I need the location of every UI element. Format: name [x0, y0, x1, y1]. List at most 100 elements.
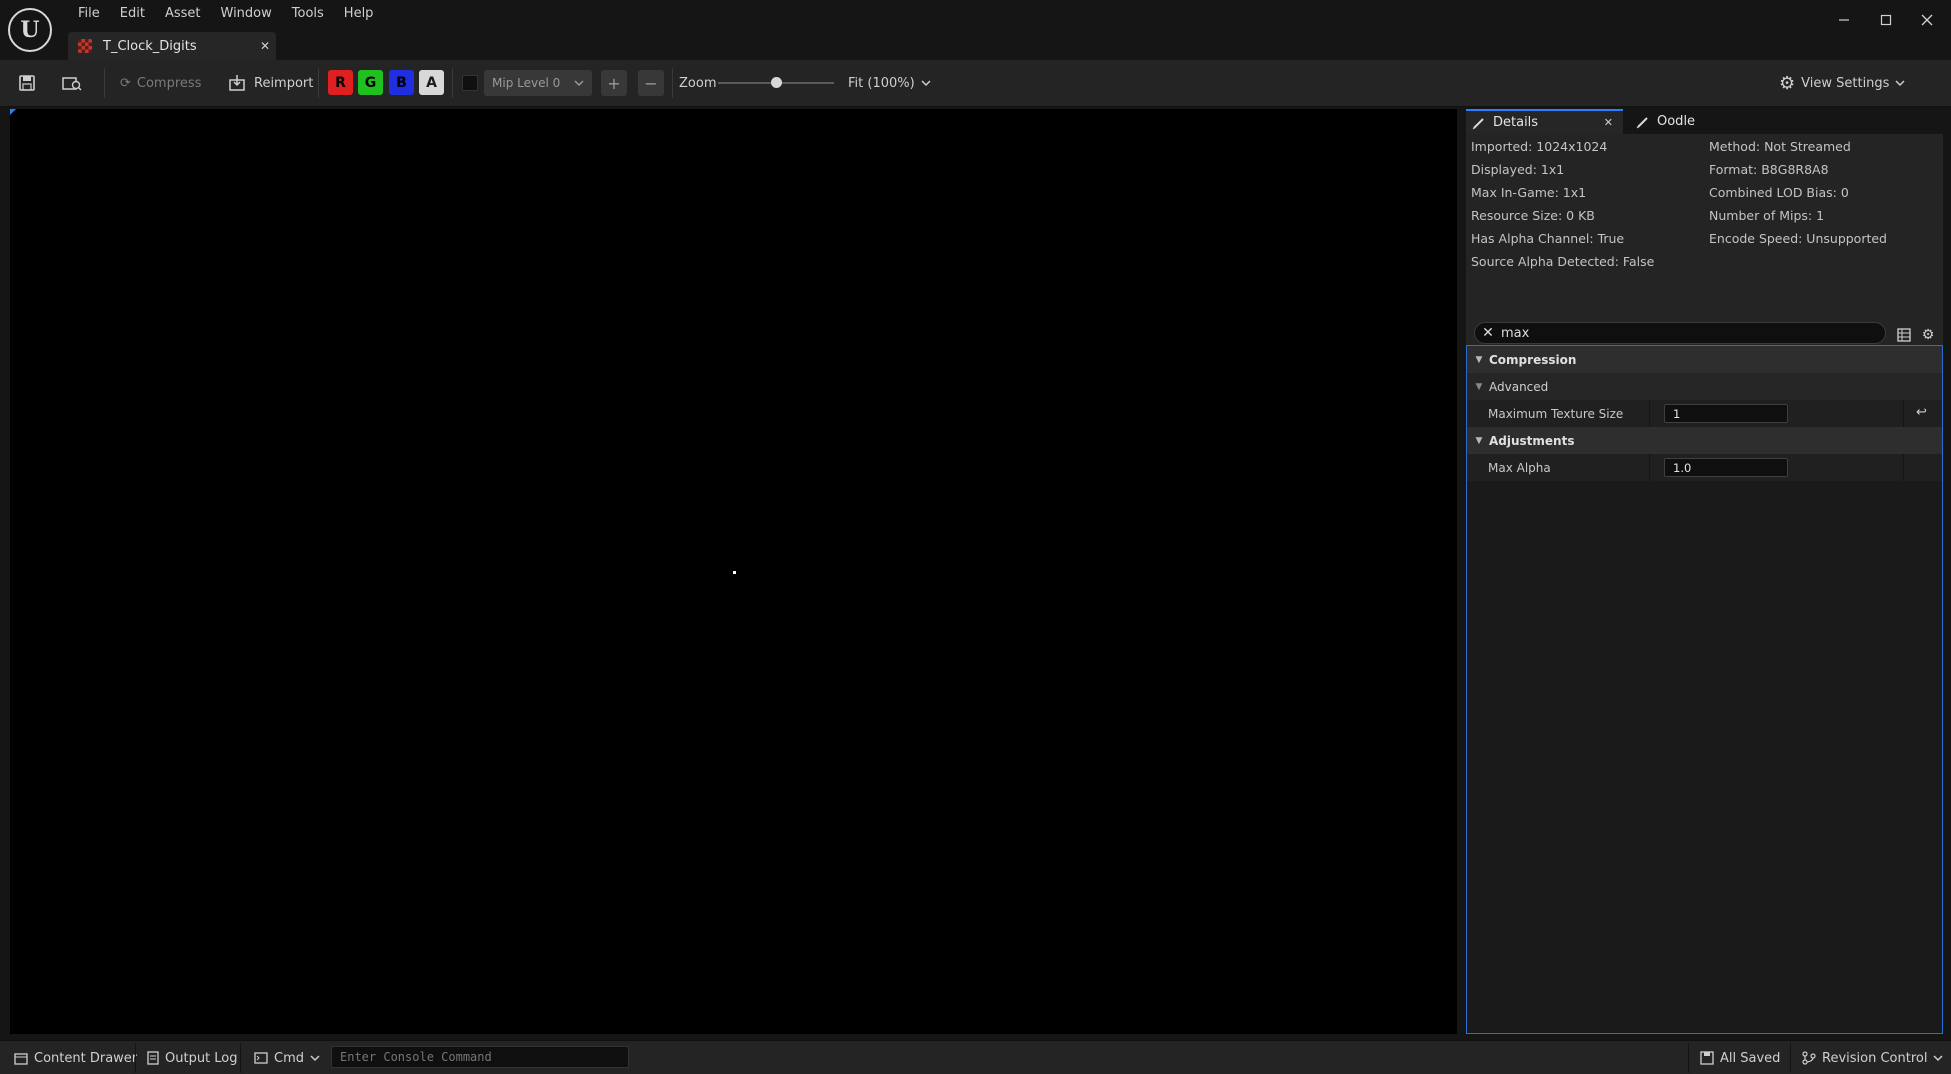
- info-num-mips: Number of Mips: 1: [1709, 208, 1825, 223]
- branch-icon: [1802, 1051, 1816, 1065]
- title-bar: U File Edit Asset Window Tools Help T_Cl…: [0, 0, 1951, 60]
- chevron-down-icon: [310, 1055, 320, 1062]
- panel-tab-bar: Details ✕ Oodle: [1466, 109, 1943, 134]
- chevron-down-icon: [574, 80, 584, 87]
- texture-viewport[interactable]: [10, 109, 1457, 1034]
- info-format: Format: B8G8R8A8: [1709, 162, 1829, 177]
- property-maximum-texture-size: Maximum Texture Size ↩: [1467, 400, 1942, 427]
- folder-search-icon: [62, 77, 82, 91]
- mip-level-dropdown[interactable]: Mip Level 0: [484, 70, 592, 96]
- save-button[interactable]: [18, 70, 36, 96]
- zoom-label: Zoom: [679, 75, 717, 91]
- green-channel-toggle[interactable]: G: [358, 70, 383, 95]
- close-window-button[interactable]: [1907, 6, 1947, 34]
- content-drawer-icon: [14, 1053, 28, 1065]
- zoom-slider-thumb[interactable]: [771, 77, 782, 88]
- info-source-alpha: Source Alpha Detected: False: [1471, 254, 1655, 269]
- content-drawer-button[interactable]: Content Drawer: [14, 1048, 137, 1068]
- all-saved-button[interactable]: All Saved: [1700, 1048, 1780, 1068]
- alpha-channel-toggle[interactable]: A: [419, 70, 444, 95]
- menu-window[interactable]: Window: [211, 4, 282, 24]
- property-matrix-button[interactable]: [1896, 327, 1912, 343]
- info-resource-size: Resource Size: 0 KB: [1471, 208, 1595, 223]
- info-method: Method: Not Streamed: [1709, 139, 1851, 154]
- mip-level-checkbox[interactable]: [462, 75, 478, 91]
- property-tree: ▼ Compression ▼ Advanced Maximum Texture…: [1466, 345, 1943, 1034]
- menu-asset[interactable]: Asset: [155, 4, 211, 24]
- info-lod-bias: Combined LOD Bias: 0: [1709, 185, 1849, 200]
- console-command-input[interactable]: [331, 1046, 629, 1068]
- expand-arrow-icon: ▼: [1475, 381, 1483, 392]
- terminal-icon: [254, 1052, 268, 1064]
- increase-mip-button[interactable]: +: [601, 70, 627, 96]
- close-details-tab-icon[interactable]: ✕: [1604, 116, 1613, 129]
- texture-editor-toolbar: ⟳ Compress Reimport R G B A Mip Level 0 …: [0, 60, 1951, 107]
- gear-icon: ⚙: [1779, 72, 1796, 94]
- menu-bar: File Edit Asset Window Tools Help: [68, 4, 383, 24]
- subcategory-advanced[interactable]: ▼ Advanced: [1467, 373, 1942, 400]
- save-status-icon: [1700, 1051, 1714, 1065]
- info-displayed: Displayed: 1x1: [1471, 162, 1565, 177]
- category-compression[interactable]: ▼ Compression: [1467, 346, 1942, 373]
- compress-button[interactable]: ⟳ Compress: [120, 70, 201, 96]
- details-search-box: ✕: [1474, 322, 1886, 344]
- pencil-icon: [1472, 117, 1484, 129]
- details-panel: Details ✕ Oodle Imported: 1024x1024 Disp…: [1466, 109, 1943, 1034]
- save-icon: [19, 75, 35, 91]
- chevron-down-icon: [921, 80, 931, 87]
- minimize-icon: [1839, 19, 1849, 21]
- cmd-dropdown[interactable]: Cmd: [254, 1048, 320, 1068]
- max-alpha-field[interactable]: [1664, 458, 1788, 477]
- chevron-down-icon: [1895, 80, 1905, 87]
- details-settings-button[interactable]: ⚙: [1920, 327, 1936, 343]
- blue-channel-toggle[interactable]: B: [389, 70, 414, 95]
- texture-icon: [78, 39, 92, 53]
- decrease-mip-button[interactable]: −: [638, 70, 664, 96]
- unreal-logo-icon[interactable]: U: [8, 8, 52, 52]
- menu-edit[interactable]: Edit: [110, 4, 155, 24]
- menu-tools[interactable]: Tools: [282, 4, 334, 24]
- menu-help[interactable]: Help: [334, 4, 384, 24]
- category-adjustments[interactable]: ▼ Adjustments: [1467, 427, 1942, 454]
- tab-details[interactable]: Details ✕: [1466, 109, 1623, 134]
- view-settings-button[interactable]: ⚙ View Settings: [1779, 70, 1905, 96]
- viewport-corner-marker: [10, 109, 16, 115]
- asset-tab-label: T_Clock_Digits: [103, 38, 197, 54]
- status-bar: Content Drawer Output Log Cmd All Saved …: [0, 1040, 1951, 1074]
- output-log-button[interactable]: Output Log: [147, 1048, 238, 1068]
- expand-arrow-icon: ▼: [1475, 354, 1483, 365]
- texture-info: Imported: 1024x1024 Displayed: 1x1 Max I…: [1466, 134, 1943, 314]
- maximum-texture-size-field[interactable]: [1664, 404, 1788, 423]
- reimport-button[interactable]: Reimport: [228, 70, 313, 96]
- reimport-icon: [229, 75, 245, 91]
- maximize-icon: [1880, 14, 1892, 26]
- minimize-window-button[interactable]: [1824, 6, 1864, 34]
- info-has-alpha: Has Alpha Channel: True: [1471, 231, 1625, 246]
- browse-asset-button[interactable]: [62, 70, 82, 96]
- expand-arrow-icon: ▼: [1475, 435, 1483, 446]
- info-imported: Imported: 1024x1024: [1471, 139, 1608, 154]
- details-search-input[interactable]: [1501, 325, 1871, 341]
- info-encode-speed: Encode Speed: Unsupported: [1709, 231, 1887, 246]
- fit-zoom-dropdown[interactable]: Fit (100%): [848, 70, 931, 96]
- compress-icon: ⟳: [120, 75, 131, 91]
- info-max-in-game: Max In-Game: 1x1: [1471, 185, 1587, 200]
- pencil-icon: [1636, 116, 1648, 128]
- close-tab-icon[interactable]: ✕: [254, 39, 276, 53]
- revision-control-button[interactable]: Revision Control: [1802, 1048, 1943, 1068]
- gear-icon: ⚙: [1921, 327, 1935, 343]
- close-icon: [1921, 14, 1933, 26]
- tab-oodle[interactable]: Oodle: [1628, 109, 1748, 134]
- chevron-down-icon: [1933, 1055, 1943, 1062]
- plus-icon: +: [607, 73, 621, 93]
- reset-to-default-icon[interactable]: ↩: [1916, 405, 1927, 420]
- clear-search-icon[interactable]: ✕: [1475, 325, 1501, 341]
- table-icon: [1897, 328, 1911, 342]
- texture-preview-pixel: [733, 571, 736, 574]
- asset-editor-tab[interactable]: T_Clock_Digits ✕: [68, 32, 276, 60]
- maximize-window-button[interactable]: [1866, 6, 1906, 34]
- red-channel-toggle[interactable]: R: [328, 70, 353, 95]
- minus-icon: −: [644, 73, 658, 93]
- log-icon: [147, 1051, 159, 1065]
- menu-file[interactable]: File: [68, 4, 110, 24]
